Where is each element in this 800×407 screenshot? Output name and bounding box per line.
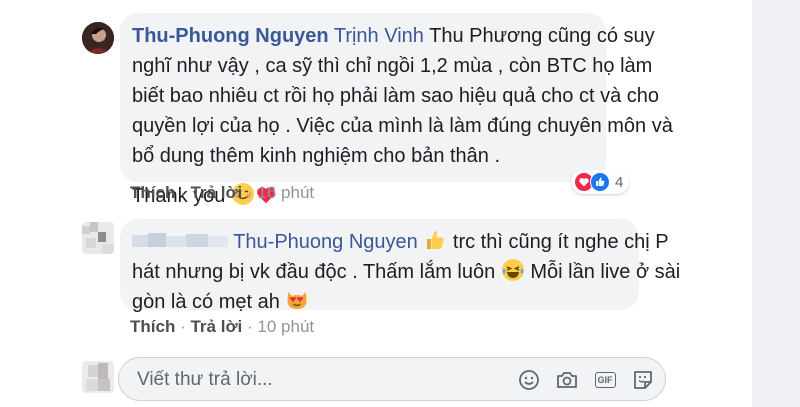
like-icon [590,172,610,192]
comment-text: trc thì cũng ít nghe chị P [452,231,669,253]
separator: · [180,317,186,336]
reply-link[interactable]: Trả lời [190,183,242,202]
blurred-avatar-image [82,361,114,393]
comment-line-3: gòn là có mẹt ah [132,287,627,317]
comment-text: bổ dung thêm kinh nghiệm cho bản thân . [132,145,501,167]
comment-text: hát nhưng bị vk đầu độc . Thấm lắm luôn [132,261,496,283]
timestamp[interactable]: 16 phút [257,183,314,202]
tagged-user[interactable]: Thu-Phuong Nguyen [233,231,418,253]
avatar-photo [82,22,114,54]
comment-line-1: Thu-Phuong Nguyen Trịnh Vinh Thu Phương … [132,21,655,51]
blurred-avatar-image [82,222,114,254]
camera-icon[interactable] [555,368,579,392]
comment-line-1: Thu-Phuong Nguyen trc thì cũng ít nghe c… [132,227,669,257]
like-link[interactable]: Thích [130,317,175,336]
reaction-count: 4 [615,173,624,191]
sticker-icon[interactable] [631,368,655,392]
heart-eyes-cat-icon [287,292,307,309]
page-edge-panel [752,0,800,407]
author-name[interactable]: Thu-Phuong Nguyen [132,25,329,47]
current-user-avatar [82,361,114,393]
avatar-blurred[interactable] [82,222,114,254]
tagged-user[interactable]: Trịnh Vinh [334,25,424,47]
comment-bubble: Thu-Phuong Nguyen trc thì cũng ít nghe c… [120,219,680,313]
separator: · [180,183,186,202]
comment-text: biết bao nhiêu ct rồi họ phải làm sao hi… [132,85,660,107]
thumbs-up-icon [427,231,444,249]
comment-bubble: Thu-Phuong Nguyen Trịnh Vinh Thu Phương … [120,13,673,207]
avatar[interactable] [82,22,114,54]
comment-text: Mỗi lần live ở sài [530,261,681,283]
comment-text: gòn là có mẹt ah [132,291,280,313]
comment-line-2: hát nhưng bị vk đầu độc . Thấm lắm luôn … [132,257,680,287]
comment-actions: Thích · Trả lời · 10 phút [130,317,314,337]
separator: · [247,317,253,336]
reply-input[interactable] [137,367,417,393]
reply-link[interactable]: Trả lời [190,317,242,336]
like-link[interactable]: Thích [130,183,175,202]
comment-actions: Thích · Trả lời · 16 phút [130,183,314,203]
comment-text: Thu Phương cũng có suy [429,25,655,47]
comment-text: quyền lợi của họ . Việc của mình là làm … [132,115,673,137]
comment-text: nghĩ như vậy , ca sỹ thì chỉ ngồi 1,2 mù… [132,55,653,77]
emoji-icon[interactable] [517,368,541,392]
blurred-author-name [132,233,228,247]
reaction-summary[interactable]: 4 [571,170,630,194]
separator: · [247,183,253,202]
gif-label: GIF [594,372,616,388]
timestamp[interactable]: 10 phút [257,317,314,336]
gif-icon[interactable]: GIF [593,368,617,392]
laughing-tears-icon [501,259,524,281]
reply-composer[interactable]: GIF [118,357,666,401]
